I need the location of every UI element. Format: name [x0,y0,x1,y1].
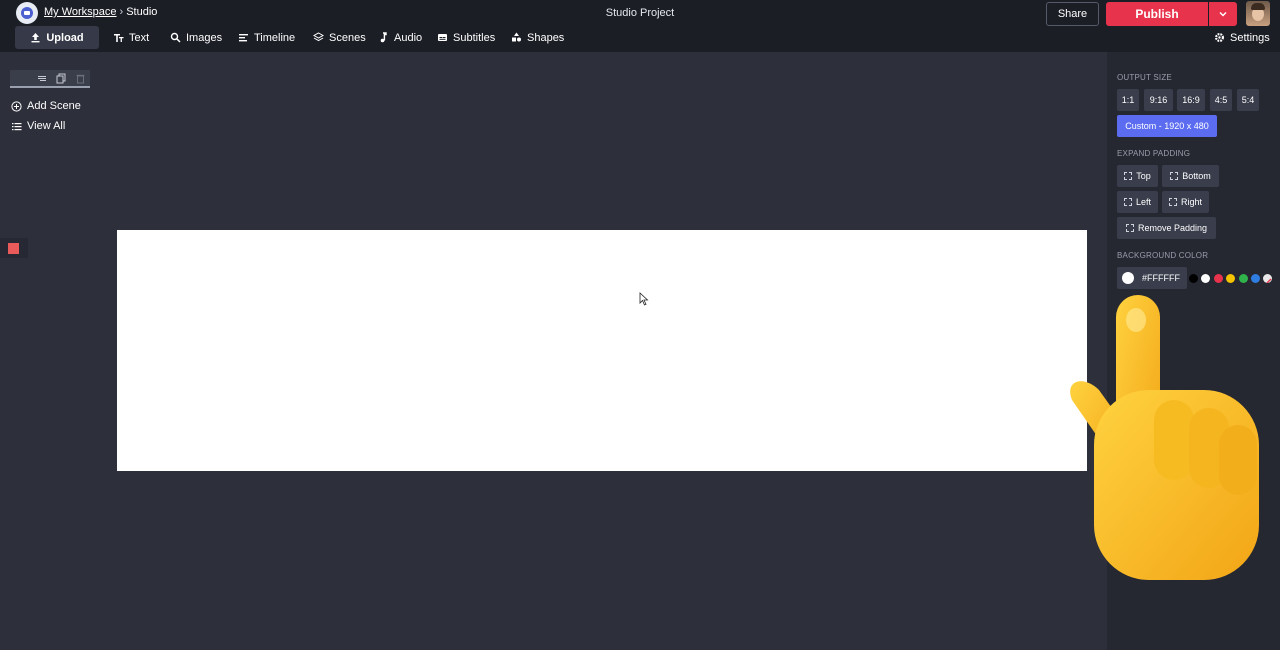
size-16-9-button[interactable]: 16:9 [1177,89,1205,111]
music-note-icon [380,32,387,43]
swatch-yellow[interactable] [1226,274,1235,283]
list-icon [12,122,22,130]
settings-label: Settings [1230,31,1270,44]
size-5-4-button[interactable]: 5:4 [1237,89,1259,111]
pad-right-label: Right [1180,197,1202,207]
size-1-1-button[interactable]: 1:1 [1117,89,1139,111]
scene-thumbnail[interactable] [10,70,90,88]
project-title[interactable]: Studio Project [560,7,720,19]
size-9-16-button[interactable]: 9:16 [1144,89,1173,111]
shapes-tool-label: Shapes [527,31,565,44]
pointing-hand-icon [1070,295,1259,580]
pad-right-button[interactable]: Right [1162,191,1209,213]
padding-icon [1123,198,1132,206]
header-row: My Workspace › Studio Studio Project Share… [0,0,1280,27]
user-avatar[interactable] [1246,1,1270,26]
pad-bottom-label: Bottom [1182,171,1211,181]
background-color-input[interactable]: #FFFFFF [1117,267,1187,289]
shapes-tool-button[interactable]: Shapes [511,26,564,49]
pad-top-button[interactable]: Top [1117,165,1158,187]
breadcrumb-separator: › [119,6,124,18]
plus-circle-icon [11,100,22,112]
list-menu-icon[interactable] [37,73,48,84]
audio-tool-button[interactable]: Audio [378,26,422,49]
view-all-button[interactable]: View All [11,120,65,132]
images-tool-button[interactable]: Images [170,26,222,49]
scenes-tool-label: Scenes [329,31,366,44]
custom-size-button[interactable]: Custom - 1920 x 480 [1117,115,1217,137]
pad-left-label: Left [1135,197,1151,207]
red-marker-icon [8,243,19,254]
background-hex-value: #FFFFFF [1142,273,1180,283]
padding-icon [1168,198,1177,206]
upload-icon [31,33,40,43]
breadcrumb-current: Studio [126,6,158,18]
padding-icon [1170,172,1179,180]
background-color-title: BACKGROUND COLOR [1117,251,1209,260]
swatch-transparent-icon[interactable] [1263,274,1272,283]
remove-padding-label: Remove Padding [1137,223,1208,233]
trash-icon[interactable] [75,73,86,84]
app-logo-icon[interactable] [16,2,38,24]
add-scene-label: Add Scene [27,100,81,112]
current-color-swatch [1122,272,1134,284]
upload-label: Upload [46,31,84,44]
pad-left-button[interactable]: Left [1117,191,1158,213]
top-bar: My Workspace › Studio Studio Project Share… [0,0,1280,52]
pad-bottom-button[interactable]: Bottom [1162,165,1219,187]
swatch-blue[interactable] [1251,274,1260,283]
images-tool-label: Images [186,31,223,44]
text-tool-button[interactable]: Text [113,26,149,49]
mouse-cursor-icon [639,292,649,306]
duplicate-icon[interactable] [56,73,67,84]
padding-icon [1125,224,1134,232]
settings-button[interactable]: Settings [1214,26,1270,49]
gear-icon [1214,32,1225,43]
swatch-green[interactable] [1239,274,1248,283]
shapes-icon [512,32,521,42]
video-canvas[interactable] [117,230,1087,471]
output-size-title: OUTPUT SIZE [1117,73,1172,82]
subtitles-tool-label: Subtitles [453,31,496,44]
timeline-tool-label: Timeline [254,31,296,44]
search-icon [170,32,181,43]
layers-icon [313,32,324,42]
scenes-tool-button[interactable]: Scenes [313,26,366,49]
swatch-black[interactable] [1189,274,1198,283]
timeline-icon [239,34,248,42]
chevron-down-icon [1219,11,1227,17]
view-all-label: View All [27,120,66,132]
publish-button[interactable]: Publish [1106,2,1208,26]
publish-dropdown-button[interactable] [1209,2,1237,26]
add-scene-button[interactable]: Add Scene [11,100,81,112]
upload-button[interactable]: Upload [15,26,99,49]
editor-toolbar: Upload Text Images Timeline Scenes Audio… [0,26,1280,50]
text-tool-label: Text [129,31,150,44]
audio-tool-label: Audio [394,31,423,44]
expand-padding-title: EXPAND PADDING [1117,149,1191,158]
text-icon [114,34,124,42]
subtitles-tool-button[interactable]: Subtitles [437,26,495,49]
subtitles-icon [438,34,447,41]
breadcrumb: My Workspace › Studio [44,6,157,18]
share-button[interactable]: Share [1046,2,1099,26]
remove-padding-button[interactable]: Remove Padding [1117,217,1216,239]
timeline-marker[interactable] [0,238,28,258]
swatch-white[interactable] [1201,274,1210,283]
pad-top-label: Top [1136,171,1151,181]
size-4-5-button[interactable]: 4:5 [1210,89,1232,111]
swatch-red[interactable] [1214,274,1223,283]
timeline-tool-button[interactable]: Timeline [238,26,295,49]
breadcrumb-workspace-link[interactable]: My Workspace [44,6,117,18]
padding-icon [1124,172,1133,180]
